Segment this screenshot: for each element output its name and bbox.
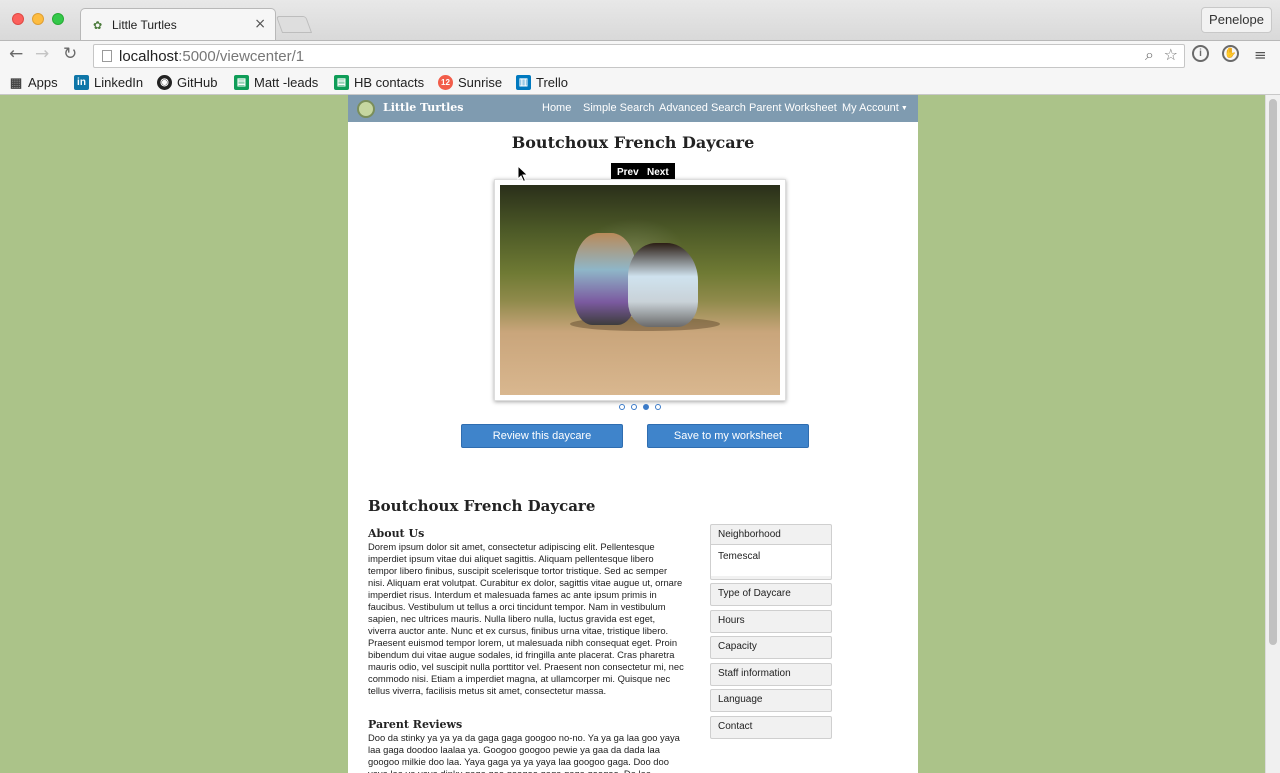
bookmark-sunrise[interactable]: 12 Sunrise	[438, 73, 502, 91]
turtle-logo-icon[interactable]	[357, 100, 375, 118]
page-title: Boutchoux French Daycare	[511, 133, 755, 152]
linkedin-icon: in	[74, 74, 89, 90]
parent-reviews-text: Doo da stinky ya ya ya da gaga gaga goog…	[368, 732, 680, 773]
sunrise-icon: 12	[438, 74, 453, 90]
nav-parent-worksheet[interactable]: Parent Worksheet	[749, 102, 837, 114]
nav-home[interactable]: Home	[542, 102, 571, 114]
slider-next-button[interactable]: Next	[641, 163, 675, 180]
staff-information-label: Staff information	[718, 668, 791, 679]
bookmark-hb-contacts[interactable]: ▤ HB contacts	[334, 73, 424, 91]
info-staff[interactable]: Staff information	[710, 663, 832, 686]
password-manager-extension-icon[interactable]: i	[1192, 45, 1209, 62]
slider-pagination	[619, 404, 661, 410]
save-to-worksheet-button[interactable]: Save to my worksheet	[647, 424, 809, 448]
bookmarks-bar: ▦ Apps in LinkedIn ◉ GitHub ▤ Matt -leads ▤ H…	[0, 69, 1280, 95]
type-of-daycare-label: Type of Daycare	[718, 588, 791, 599]
contact-label: Contact	[718, 721, 753, 732]
scrollbar-thumb[interactable]	[1269, 99, 1277, 645]
sheets-icon: ▤	[334, 74, 349, 90]
review-daycare-button[interactable]: Review this daycare	[461, 424, 623, 448]
tab-title: Little Turtles	[112, 18, 177, 32]
profile-button[interactable]: Penelope	[1201, 7, 1272, 33]
slider-prev-button[interactable]: Prev	[611, 163, 645, 180]
slider-dot[interactable]	[655, 404, 661, 410]
new-tab-button[interactable]	[275, 16, 313, 33]
info-language[interactable]: Language	[710, 689, 832, 712]
neighborhood-value: Temescal	[711, 544, 831, 576]
privacy-extension-icon[interactable]: ✋	[1222, 45, 1239, 62]
trello-icon: ▥	[516, 74, 531, 90]
site-brand[interactable]: Little Turtles	[383, 101, 464, 114]
nav-advanced-search[interactable]: Advanced Search	[659, 102, 746, 114]
slider-dot[interactable]	[619, 404, 625, 410]
slider-dot-active[interactable]	[643, 404, 649, 410]
neighborhood-label: Neighborhood	[718, 529, 781, 540]
nav-my-account[interactable]: My Account ▼	[842, 102, 908, 114]
bookmark-linkedin[interactable]: in LinkedIn	[74, 73, 143, 91]
info-hours[interactable]: Hours	[710, 610, 832, 633]
window-close-button[interactable]	[12, 13, 24, 25]
daycare-name-heading: Boutchoux French Daycare	[368, 497, 596, 515]
bookmark-github[interactable]: ◉ GitHub	[157, 73, 217, 91]
browser-menu-icon[interactable]: ≡	[1254, 46, 1267, 64]
address-bar[interactable]: localhost:5000/viewcenter/1 ⌕ ☆	[93, 44, 1185, 68]
photo-child-left	[574, 233, 636, 325]
slider-dot[interactable]	[631, 404, 637, 410]
info-contact[interactable]: Contact	[710, 716, 832, 739]
sheets-icon: ▤	[234, 74, 249, 90]
bookmark-trello[interactable]: ▥ Trello	[516, 73, 568, 91]
search-icon[interactable]: ⌕	[1145, 45, 1154, 65]
page-icon	[102, 50, 112, 62]
turtle-favicon-icon: ✿	[93, 19, 103, 32]
site-navbar: Little Turtles Home Simple Search Advanc…	[348, 95, 918, 122]
page-viewport: Little Turtles Home Simple Search Advanc…	[0, 95, 1265, 773]
nav-simple-search[interactable]: Simple Search	[583, 102, 655, 114]
browser-toolbar: ← → ↻ localhost:5000/viewcenter/1 ⌕ ☆ i …	[0, 40, 1280, 69]
tab-close-icon[interactable]: ×	[254, 16, 266, 32]
photo-slider[interactable]	[494, 179, 786, 401]
forward-arrow-icon[interactable]: →	[35, 44, 49, 64]
hours-label: Hours	[718, 615, 745, 626]
browser-tab[interactable]: ✿ Little Turtles ×	[80, 8, 276, 40]
page-content: Little Turtles Home Simple Search Advanc…	[348, 95, 918, 773]
language-label: Language	[718, 694, 763, 705]
daycare-photo	[500, 185, 780, 395]
back-arrow-icon[interactable]: ←	[9, 44, 23, 64]
url-text[interactable]: localhost:5000/viewcenter/1	[119, 48, 304, 65]
about-us-text: Dorem ipsum dolor sit amet, consectetur …	[368, 541, 684, 696]
github-icon: ◉	[157, 74, 172, 90]
reload-icon[interactable]: ↻	[63, 44, 77, 64]
page-scrollbar[interactable]	[1265, 95, 1280, 773]
bookmark-matt-leads[interactable]: ▤ Matt -leads	[234, 73, 318, 91]
capacity-label: Capacity	[718, 641, 757, 652]
about-us-heading: About Us	[368, 527, 425, 540]
info-capacity[interactable]: Capacity	[710, 636, 832, 659]
bookmark-apps[interactable]: ▦ Apps	[8, 73, 58, 91]
info-neighborhood[interactable]: Neighborhood Temescal	[710, 524, 832, 580]
apps-grid-icon: ▦	[9, 74, 22, 90]
browser-titlebar: ✿ Little Turtles × Penelope	[0, 0, 1280, 40]
bookmark-star-icon[interactable]: ☆	[1164, 45, 1178, 64]
window-maximize-button[interactable]	[52, 13, 64, 25]
photo-child-right	[628, 243, 698, 327]
caret-down-icon: ▼	[900, 104, 908, 112]
window-minimize-button[interactable]	[32, 13, 44, 25]
info-type-of-daycare[interactable]: Type of Daycare	[710, 583, 832, 606]
parent-reviews-heading: Parent Reviews	[368, 718, 463, 731]
